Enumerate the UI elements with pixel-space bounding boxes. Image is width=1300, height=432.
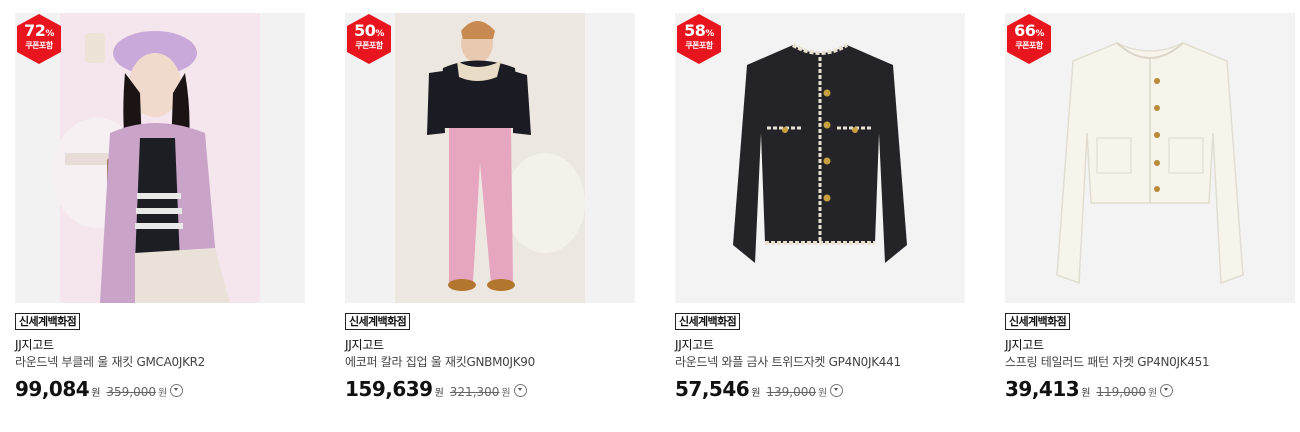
coupon-included-label: 쿠폰포함	[685, 41, 713, 50]
coupon-included-label: 쿠폰포함	[355, 41, 383, 50]
brand-name[interactable]: JJ지고트	[1005, 338, 1295, 352]
product-card[interactable]: 72% 쿠폰포함 신세계백화점 JJ지고트 라운드넥 부클레 울 재킷 GMCA…	[15, 13, 305, 400]
original-price-unit: 원	[501, 388, 511, 399]
discount-rate: 58	[684, 21, 706, 40]
sale-price: 57,546	[675, 377, 750, 401]
product-name[interactable]: 라운드넥 부클레 울 재킷 GMCA0JKR2	[15, 355, 305, 370]
product-name[interactable]: 에코퍼 칼라 집업 울 재킷GNBM0JK90	[345, 355, 635, 370]
original-price: 139,000	[766, 385, 817, 399]
product-card[interactable]: 58% 쿠폰포함 신세계백화점 JJ지고트 라운드넥 와플 금사 트위드자켓 G…	[675, 13, 965, 400]
product-card[interactable]: 50% 쿠폰포함 신세계백화점 JJ지고트 에코퍼 칼라 집업 울 재킷GNBM…	[345, 13, 635, 400]
percent-sign: %	[375, 29, 384, 39]
original-price: 119,000	[1096, 385, 1147, 399]
price-row: 159,639 원 321,300 원	[345, 378, 635, 400]
brand-name[interactable]: JJ지고트	[15, 338, 305, 352]
product-image[interactable]: 50% 쿠폰포함	[345, 13, 635, 303]
coupon-included-label: 쿠폰포함	[25, 41, 53, 50]
store-tag: 신세계백화점	[675, 313, 741, 330]
product-image[interactable]: 72% 쿠폰포함	[15, 13, 305, 303]
discount-badge: 50% 쿠폰포함	[346, 14, 392, 64]
product-name[interactable]: 스프링 테일러드 패턴 자켓 GP4N0JK451	[1005, 355, 1295, 370]
percent-sign: %	[705, 29, 714, 39]
percent-sign: %	[45, 29, 54, 39]
price-row: 57,546 원 139,000 원	[675, 378, 965, 400]
price-row: 99,084 원 359,000 원	[15, 378, 305, 400]
product-image[interactable]: 66% 쿠폰포함	[1005, 13, 1295, 303]
brand-name[interactable]: JJ지고트	[675, 338, 965, 352]
price-unit: 원	[751, 388, 761, 399]
product-card[interactable]: 66% 쿠폰포함 신세계백화점 JJ지고트 스프링 테일러드 패턴 자켓 GP4…	[1005, 13, 1295, 400]
original-price-unit: 원	[1148, 388, 1158, 399]
price-info-dropdown-icon[interactable]	[830, 384, 844, 397]
original-price: 359,000	[106, 385, 157, 399]
store-tag: 신세계백화점	[1005, 313, 1071, 330]
discount-badge: 66% 쿠폰포함	[1006, 14, 1052, 64]
product-image[interactable]: 58% 쿠폰포함	[675, 13, 965, 303]
discount-rate: 72	[24, 21, 46, 40]
price-row: 39,413 원 119,000 원	[1005, 378, 1295, 400]
price-unit: 원	[91, 388, 101, 399]
discount-rate: 66	[1014, 21, 1036, 40]
original-price: 321,300	[449, 385, 500, 399]
price-unit: 원	[1081, 388, 1091, 399]
brand-name[interactable]: JJ지고트	[345, 338, 635, 352]
store-tag: 신세계백화점	[15, 313, 81, 330]
store-tag: 신세계백화점	[345, 313, 411, 330]
product-grid: 72% 쿠폰포함 신세계백화점 JJ지고트 라운드넥 부클레 울 재킷 GMCA…	[0, 0, 1300, 432]
price-unit: 원	[434, 388, 444, 399]
original-price-unit: 원	[158, 388, 168, 399]
sale-price: 39,413	[1005, 377, 1080, 401]
sale-price: 99,084	[15, 377, 90, 401]
price-info-dropdown-icon[interactable]	[513, 384, 527, 397]
discount-badge: 72% 쿠폰포함	[16, 14, 62, 64]
discount-badge: 58% 쿠폰포함	[676, 14, 722, 64]
price-info-dropdown-icon[interactable]	[1160, 384, 1174, 397]
price-info-dropdown-icon[interactable]	[170, 384, 184, 397]
original-price-unit: 원	[818, 388, 828, 399]
product-name[interactable]: 라운드넥 와플 금사 트위드자켓 GP4N0JK441	[675, 355, 965, 370]
discount-rate: 50	[354, 21, 376, 40]
sale-price: 159,639	[345, 377, 433, 401]
percent-sign: %	[1035, 29, 1044, 39]
coupon-included-label: 쿠폰포함	[1015, 41, 1043, 50]
